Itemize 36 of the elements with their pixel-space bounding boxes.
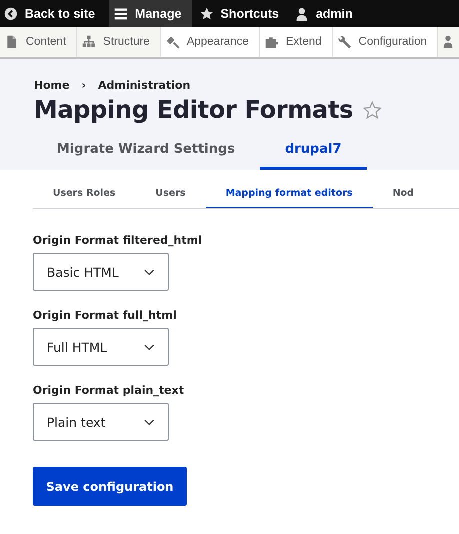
chevron-icon xyxy=(144,418,155,426)
field-label: Origin Format full_html xyxy=(33,309,177,322)
menu-icon xyxy=(114,6,128,20)
puzzle-icon xyxy=(264,35,279,49)
page-title: Mapping Editor Formats xyxy=(34,96,354,124)
toolbar-item[interactable]: admin xyxy=(291,0,365,27)
tab[interactable]: Migrate Wizard Settings xyxy=(32,142,260,170)
tab[interactable]: Nod xyxy=(372,188,434,208)
tray-item[interactable]: Content xyxy=(0,27,78,57)
toolbar-item[interactable]: Manage xyxy=(109,0,192,27)
breadcrumb-separator: › xyxy=(82,79,86,92)
wrench-icon xyxy=(338,35,352,49)
save-button[interactable]: Save configuration xyxy=(33,467,187,506)
hierarchy-icon xyxy=(82,35,96,49)
chevron-icon xyxy=(144,344,155,350)
select-field[interactable]: Plain text xyxy=(33,403,169,441)
field-label: Origin Format filtered_html xyxy=(33,234,202,247)
tab[interactable]: Users xyxy=(136,188,206,208)
tray-item[interactable]: Structure xyxy=(77,27,161,57)
breadcrumb-link[interactable]: Home xyxy=(34,79,70,92)
breadcrumb-link[interactable]: Administration xyxy=(98,79,191,92)
select-field[interactable]: Full HTML xyxy=(33,328,169,366)
toolbar-item[interactable]: Shortcuts xyxy=(196,0,292,27)
star-icon xyxy=(200,6,214,20)
user-icon xyxy=(295,6,310,20)
select-field[interactable]: Basic HTML xyxy=(33,253,169,291)
back-icon xyxy=(4,6,18,20)
tab[interactable]: Mapping format editors xyxy=(206,188,373,208)
star-icon[interactable] xyxy=(363,100,382,120)
field-label: Origin Format plain_text xyxy=(33,384,184,397)
page-icon xyxy=(5,35,19,49)
tab[interactable]: Users Roles xyxy=(33,188,136,208)
toolbar-item[interactable]: Back to site xyxy=(0,0,108,27)
tray-item[interactable] xyxy=(438,27,459,57)
tab[interactable]: drupal7 xyxy=(260,142,367,170)
chevron-icon xyxy=(144,268,155,276)
